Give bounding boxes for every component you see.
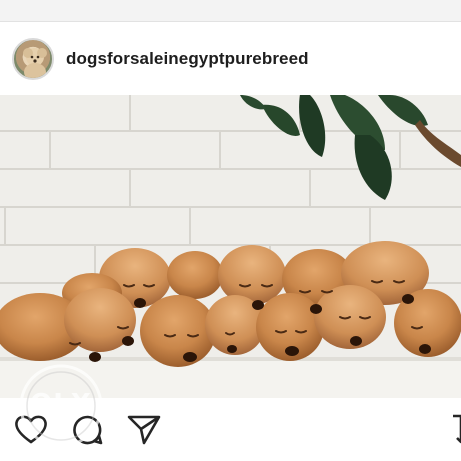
puppies-image bbox=[0, 95, 461, 398]
post-photo[interactable] bbox=[0, 95, 461, 398]
comment-bubble-icon[interactable] bbox=[72, 414, 104, 451]
post-username[interactable]: dogsforsaleinegyptpurebreed bbox=[66, 49, 309, 69]
post-actions-bar bbox=[0, 398, 461, 461]
avatar[interactable] bbox=[12, 37, 54, 80]
status-strip bbox=[0, 0, 461, 22]
heart-icon[interactable] bbox=[14, 414, 48, 449]
bookmark-icon[interactable] bbox=[451, 414, 461, 449]
post-header: dogsforsaleinegyptpurebreed bbox=[0, 22, 461, 95]
paper-plane-icon[interactable] bbox=[127, 414, 161, 451]
poodle-avatar-icon bbox=[23, 47, 47, 78]
